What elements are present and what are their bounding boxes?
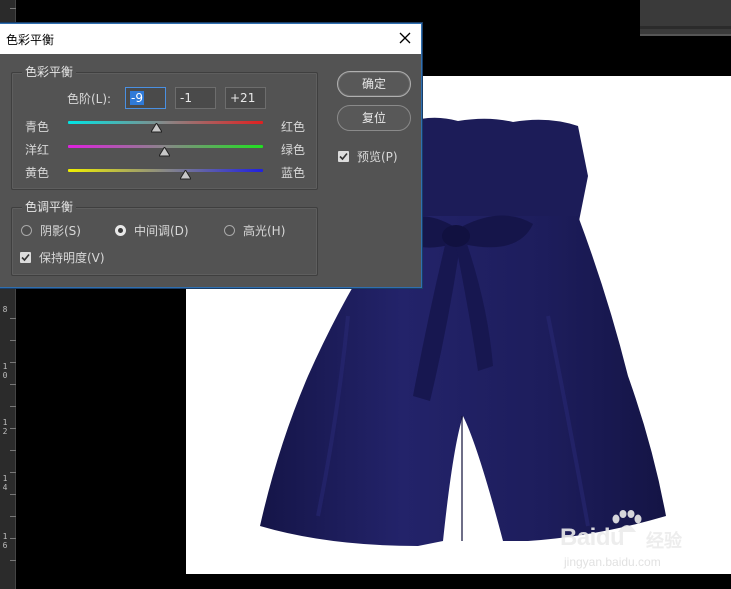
slider-right-label: 红色 <box>281 120 306 134</box>
close-icon[interactable] <box>397 30 413 46</box>
ruler-tick <box>10 538 16 539</box>
ruler-tick <box>10 472 16 473</box>
dialog-titlebar[interactable]: 色彩平衡 <box>0 24 421 54</box>
ruler-tick <box>10 362 16 363</box>
panel-edge <box>640 0 731 36</box>
levels-label: 色阶(L): <box>67 92 112 106</box>
level-cyan-red-input[interactable]: -9 <box>125 87 166 109</box>
color-balance-group-title: 色彩平衡 <box>22 65 77 79</box>
ruler-tick <box>10 428 16 429</box>
magenta-green-slider-thumb[interactable] <box>159 147 171 157</box>
ruler-number: 1 6 <box>2 532 8 550</box>
ruler-tick <box>10 494 16 495</box>
highlights-radio[interactable] <box>224 225 235 236</box>
ruler-tick <box>10 406 16 407</box>
slider-left-label: 洋红 <box>25 143 50 157</box>
checkmark-icon <box>339 152 348 161</box>
baidu-watermark: Baidu 经验 jingyan.baidu.com <box>560 510 700 570</box>
yellow-blue-slider-thumb[interactable] <box>180 170 192 180</box>
watermark-logo: Baidu <box>560 524 625 551</box>
level-magenta-green-input[interactable]: -1 <box>175 87 216 109</box>
ruler-number: 8 <box>2 305 8 314</box>
shadows-label[interactable]: 阴影(S) <box>40 224 81 238</box>
ruler-tick <box>10 560 16 561</box>
ruler-number: 1 0 <box>2 362 8 380</box>
checkmark-icon <box>21 253 30 262</box>
midtones-radio[interactable] <box>115 225 126 236</box>
ruler-tick <box>10 318 16 319</box>
watermark-url: jingyan.baidu.com <box>564 555 661 569</box>
slider-left-label: 黄色 <box>25 166 50 180</box>
slider-right-label: 绿色 <box>281 143 306 157</box>
slider-right-label: 蓝色 <box>281 166 306 180</box>
preview-label[interactable]: 预览(P) <box>357 150 398 164</box>
ok-button[interactable]: 确定 <box>337 71 411 97</box>
level-yellow-blue-input[interactable]: +21 <box>225 87 266 109</box>
ruler-tick <box>10 8 16 9</box>
ruler-tick <box>10 340 16 341</box>
cyan-red-slider-track[interactable] <box>68 121 263 124</box>
ruler-tick <box>10 516 16 517</box>
cyan-red-slider-thumb[interactable] <box>151 123 163 133</box>
slider-left-label: 青色 <box>25 120 50 134</box>
dialog-title: 色彩平衡 <box>6 33 55 47</box>
midtones-label[interactable]: 中间调(D) <box>134 224 189 238</box>
tone-balance-group: 色调平衡 <box>11 200 318 276</box>
ruler-number: 1 2 <box>2 418 8 436</box>
preserve-luminosity-label[interactable]: 保持明度(V) <box>39 251 105 265</box>
yellow-blue-slider-track[interactable] <box>68 169 263 172</box>
preserve-luminosity-checkbox[interactable] <box>20 252 31 263</box>
watermark-cn: 经验 <box>646 531 682 552</box>
ruler-number: 1 4 <box>2 474 8 492</box>
tone-balance-group-title: 色调平衡 <box>22 200 77 214</box>
ruler-tick <box>10 384 16 385</box>
reset-button[interactable]: 复位 <box>337 105 411 131</box>
shadows-radio[interactable] <box>21 225 32 236</box>
ruler-tick <box>10 450 16 451</box>
color-balance-dialog: 色彩平衡 色彩平衡 色阶(L): -9 -1 +21 青色 红色 洋红 绿色 黄… <box>0 23 422 288</box>
highlights-label[interactable]: 高光(H) <box>243 224 285 238</box>
preview-checkbox[interactable] <box>338 151 349 162</box>
